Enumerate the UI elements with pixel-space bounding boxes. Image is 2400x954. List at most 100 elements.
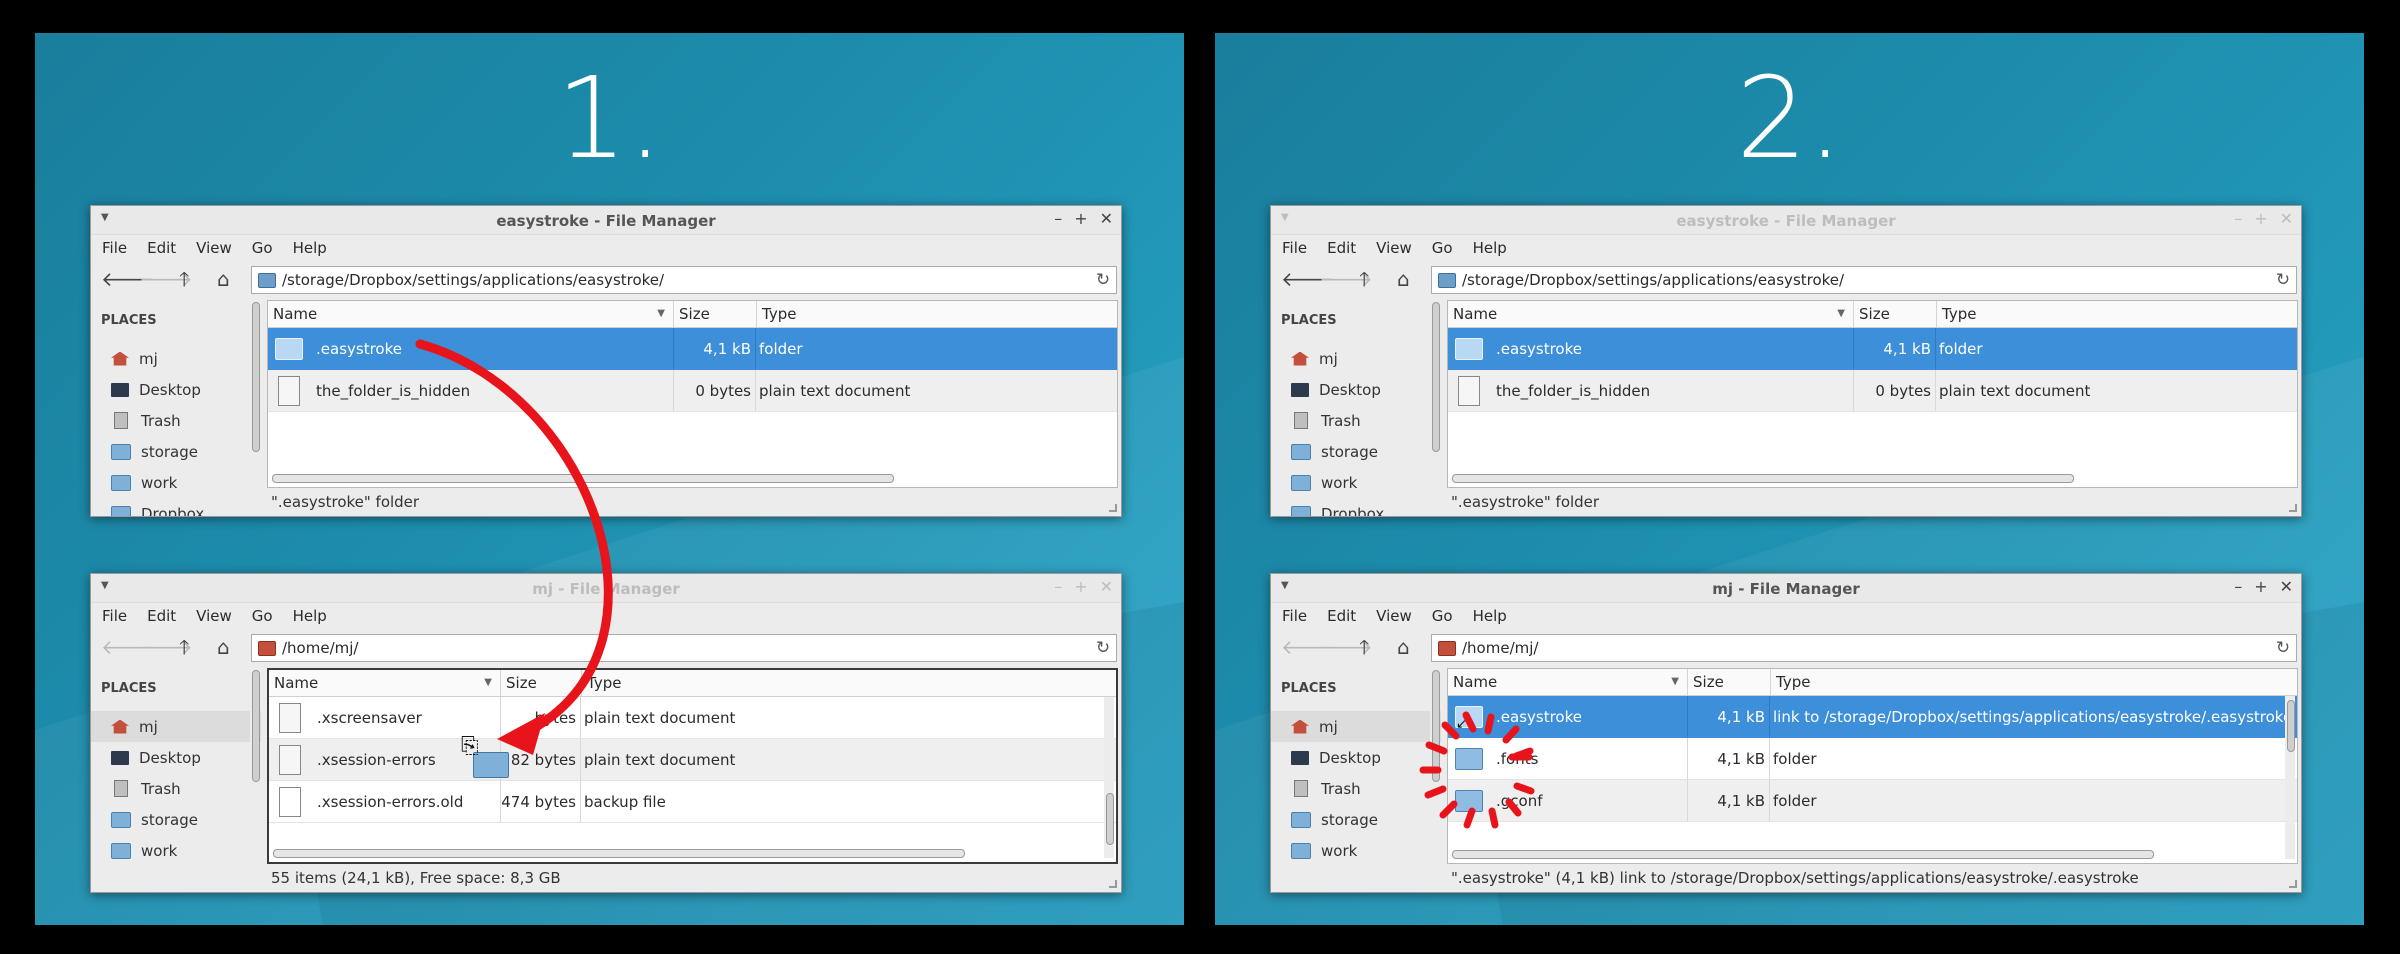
- horizontal-scrollbar[interactable]: [1452, 474, 2074, 483]
- location-path[interactable]: /home/mj/: [282, 639, 1090, 657]
- menu-file[interactable]: File: [102, 239, 127, 257]
- file-row[interactable]: .xsession-errors 82 bytes plain text doc…: [269, 739, 1116, 781]
- menu-go[interactable]: Go: [1432, 607, 1453, 625]
- title-bar[interactable]: ▼ easystroke - File Manager – + ✕: [1271, 206, 2301, 235]
- resize-grip[interactable]: [1109, 504, 1117, 512]
- reload-icon[interactable]: ↻: [1090, 270, 1116, 290]
- column-type[interactable]: Type: [1771, 669, 2297, 695]
- column-type[interactable]: Type: [1937, 301, 2297, 327]
- column-size[interactable]: Size: [1688, 669, 1771, 695]
- title-bar[interactable]: ▼ easystroke - File Manager – + ✕: [91, 206, 1121, 235]
- close-icon[interactable]: ✕: [1100, 577, 1113, 596]
- up-arrow-icon[interactable]: 🡑: [1359, 637, 1369, 657]
- location-bar[interactable]: /storage/Dropbox/settings/applications/e…: [1431, 266, 2297, 294]
- horizontal-scrollbar[interactable]: [1452, 850, 2154, 859]
- menu-help[interactable]: Help: [1473, 239, 1507, 257]
- sidebar-item-storage[interactable]: storage: [91, 804, 261, 835]
- column-size[interactable]: Size: [1854, 301, 1937, 327]
- location-path[interactable]: /storage/Dropbox/settings/applications/e…: [282, 271, 1090, 289]
- file-row[interactable]: .easystroke 4,1 kB link to /storage/Drop…: [1448, 696, 2297, 738]
- resize-grip[interactable]: [2289, 880, 2297, 888]
- file-row[interactable]: .gconf 4,1 kB folder: [1448, 780, 2297, 822]
- sidebar-item-trash[interactable]: Trash: [91, 405, 261, 436]
- home-icon[interactable]: ⌂: [1397, 269, 1410, 289]
- file-row[interactable]: .xsession-errors.old 474 bytes backup fi…: [269, 781, 1116, 823]
- sidebar-scrollbar[interactable]: [250, 668, 260, 892]
- sidebar-item-mj[interactable]: mj: [1271, 711, 1441, 742]
- sidebar-item-work[interactable]: work: [1271, 835, 1441, 866]
- title-bar[interactable]: ▼ mj - File Manager – + ✕: [1271, 574, 2301, 603]
- minimize-icon[interactable]: –: [2234, 577, 2242, 596]
- sidebar-item-work[interactable]: work: [91, 835, 261, 866]
- menu-edit[interactable]: Edit: [147, 239, 176, 257]
- sidebar-item-trash[interactable]: Trash: [1271, 405, 1441, 436]
- menu-file[interactable]: File: [1282, 239, 1307, 257]
- sidebar-scrollbar[interactable]: [250, 300, 260, 516]
- minimize-icon[interactable]: –: [1054, 209, 1062, 228]
- home-icon[interactable]: ⌂: [217, 637, 230, 657]
- menu-view[interactable]: View: [1376, 607, 1412, 625]
- maximize-icon[interactable]: +: [1074, 577, 1087, 596]
- menu-help[interactable]: Help: [293, 239, 327, 257]
- location-bar[interactable]: /storage/Dropbox/settings/applications/e…: [251, 266, 1117, 294]
- home-icon[interactable]: ⌂: [1397, 637, 1410, 657]
- menu-file[interactable]: File: [1282, 607, 1307, 625]
- sidebar-item-desktop[interactable]: Desktop: [1271, 742, 1441, 773]
- sidebar-item-work[interactable]: work: [91, 467, 261, 498]
- maximize-icon[interactable]: +: [1074, 209, 1087, 228]
- sidebar-item-storage[interactable]: storage: [1271, 436, 1441, 467]
- location-path[interactable]: /home/mj/: [1462, 639, 2270, 657]
- column-size[interactable]: Size: [501, 670, 582, 696]
- file-row[interactable]: .easystroke 4,1 kB folder: [1448, 328, 2297, 370]
- sidebar-item-mj[interactable]: mj: [1271, 343, 1441, 374]
- file-manager-window-easystroke[interactable]: ▼ easystroke - File Manager – + ✕ File E…: [1270, 205, 2302, 517]
- close-icon[interactable]: ✕: [2280, 209, 2293, 228]
- home-icon[interactable]: ⌂: [217, 269, 230, 289]
- menu-view[interactable]: View: [196, 239, 232, 257]
- minimize-icon[interactable]: –: [2234, 209, 2242, 228]
- resize-grip[interactable]: [1109, 880, 1117, 888]
- reload-icon[interactable]: ↻: [2270, 270, 2296, 290]
- sidebar-item-mj[interactable]: mj: [91, 711, 261, 742]
- up-arrow-icon[interactable]: 🡑: [179, 637, 189, 657]
- column-type[interactable]: Type: [582, 670, 1116, 696]
- close-icon[interactable]: ✕: [1100, 209, 1113, 228]
- horizontal-scrollbar[interactable]: [272, 474, 894, 483]
- sidebar-item-trash[interactable]: Trash: [1271, 773, 1441, 804]
- sidebar-item-dropbox[interactable]: Dropbox: [91, 498, 261, 516]
- file-manager-window-mj[interactable]: ▼ mj - File Manager – + ✕ File Edit View…: [90, 573, 1122, 893]
- sidebar-scrollbar[interactable]: [1430, 300, 1440, 516]
- sidebar-item-desktop[interactable]: Desktop: [1271, 374, 1441, 405]
- menu-help[interactable]: Help: [293, 607, 327, 625]
- menu-help[interactable]: Help: [1473, 607, 1507, 625]
- up-arrow-icon[interactable]: 🡑: [1359, 269, 1369, 289]
- up-arrow-icon[interactable]: 🡑: [179, 269, 189, 289]
- menu-view[interactable]: View: [196, 607, 232, 625]
- file-row[interactable]: the_folder_is_hidden 0 bytes plain text …: [268, 370, 1117, 412]
- vertical-scrollbar[interactable]: [2285, 696, 2295, 859]
- resize-grip[interactable]: [2289, 504, 2297, 512]
- minimize-icon[interactable]: –: [1054, 577, 1062, 596]
- menu-edit[interactable]: Edit: [1327, 239, 1356, 257]
- file-manager-window-easystroke[interactable]: ▼ easystroke - File Manager – + ✕ File E…: [90, 205, 1122, 517]
- sidebar-item-storage[interactable]: storage: [1271, 804, 1441, 835]
- reload-icon[interactable]: ↻: [1090, 638, 1116, 658]
- horizontal-scrollbar[interactable]: [273, 849, 965, 858]
- file-row[interactable]: .xscreensaver bytes plain text document: [269, 697, 1116, 739]
- sidebar-item-desktop[interactable]: Desktop: [91, 742, 261, 773]
- maximize-icon[interactable]: +: [2254, 209, 2267, 228]
- sidebar-item-desktop[interactable]: Desktop: [91, 374, 261, 405]
- column-name[interactable]: Name ▼: [268, 301, 674, 327]
- sidebar-scrollbar[interactable]: [1430, 668, 1440, 892]
- menu-file[interactable]: File: [102, 607, 127, 625]
- menu-view[interactable]: View: [1376, 239, 1412, 257]
- reload-icon[interactable]: ↻: [2270, 638, 2296, 658]
- sidebar-item-trash[interactable]: Trash: [91, 773, 261, 804]
- column-type[interactable]: Type: [757, 301, 1117, 327]
- column-name[interactable]: Name ▼: [1448, 301, 1854, 327]
- vertical-scrollbar[interactable]: [1104, 697, 1114, 858]
- file-row[interactable]: .easystroke 4,1 kB folder: [268, 328, 1117, 370]
- menu-edit[interactable]: Edit: [1327, 607, 1356, 625]
- menu-edit[interactable]: Edit: [147, 607, 176, 625]
- location-bar[interactable]: /home/mj/ ↻: [251, 634, 1117, 662]
